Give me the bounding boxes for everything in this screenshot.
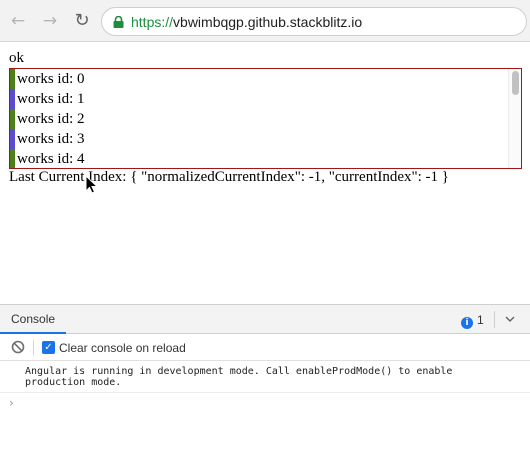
status-text: ok: [9, 50, 24, 66]
console-prompt-icon[interactable]: ›: [9, 396, 14, 410]
page-content: ok works id: 0 works id: 1 works id: 2 w…: [0, 43, 530, 304]
lock-icon: [113, 16, 124, 28]
issues-counter[interactable]: i1: [461, 312, 484, 329]
url-scheme: https://: [131, 14, 174, 30]
divider: [0, 392, 530, 393]
divider: [33, 340, 34, 355]
divider: [494, 311, 495, 328]
back-icon[interactable]: ←: [8, 11, 28, 31]
tab-console[interactable]: Console: [0, 305, 66, 334]
list-item-color-bar: [10, 89, 15, 109]
list-item-label: works id: 3: [17, 131, 85, 147]
info-icon: i: [461, 317, 473, 329]
list-item-color-bar: [10, 129, 15, 149]
list-item-color-bar: [10, 149, 15, 168]
clear-console-icon[interactable]: [11, 340, 25, 354]
list-item-label: works id: 4: [17, 151, 85, 167]
issues-count: 1: [477, 313, 484, 327]
console-toolbar: ✓ Clear console on reload: [0, 335, 530, 361]
list-item-color-bar: [10, 109, 15, 129]
browser-toolbar: ← → ↻ https://vbwimbqgp.github.stackblit…: [0, 0, 530, 42]
list-item: works id: 3: [10, 129, 505, 149]
list-item: works id: 2: [10, 109, 505, 129]
address-bar[interactable]: https://vbwimbqgp.github.stackblitz.io: [101, 7, 527, 36]
console-tab-strip: Console i1: [0, 305, 530, 334]
console-message: Angular is running in development mode. …: [25, 366, 453, 388]
chevron-down-icon[interactable]: [504, 313, 516, 325]
url-host: vbwimbqgp.github.stackblitz.io: [173, 14, 363, 30]
virtual-scroll-list[interactable]: works id: 0 works id: 1 works id: 2 work…: [9, 68, 522, 169]
list-scrollbar[interactable]: [508, 69, 521, 168]
scrollbar-thumb[interactable]: [512, 71, 519, 95]
list-item: works id: 1: [10, 89, 505, 109]
list-item-label: works id: 2: [17, 111, 85, 127]
last-current-index-text: Last Current Index: { "normalizedCurrent…: [9, 169, 450, 185]
url-text: https://vbwimbqgp.github.stackblitz.io: [131, 13, 362, 31]
clear-on-reload-label: Clear console on reload: [59, 341, 186, 355]
clear-on-reload-checkbox[interactable]: ✓: [42, 341, 55, 354]
list-item: works id: 4: [10, 149, 505, 168]
list-item-label: works id: 1: [17, 91, 85, 107]
list-item: works id: 0: [10, 69, 505, 89]
list-item-color-bar: [10, 69, 15, 89]
devtools-console: Console i1 ✓ Clear console on reload Ang…: [0, 304, 530, 464]
reload-icon[interactable]: ↻: [72, 11, 92, 31]
forward-icon[interactable]: →: [40, 11, 60, 31]
list-item-label: works id: 0: [17, 71, 85, 87]
mouse-cursor-icon: [85, 175, 99, 194]
